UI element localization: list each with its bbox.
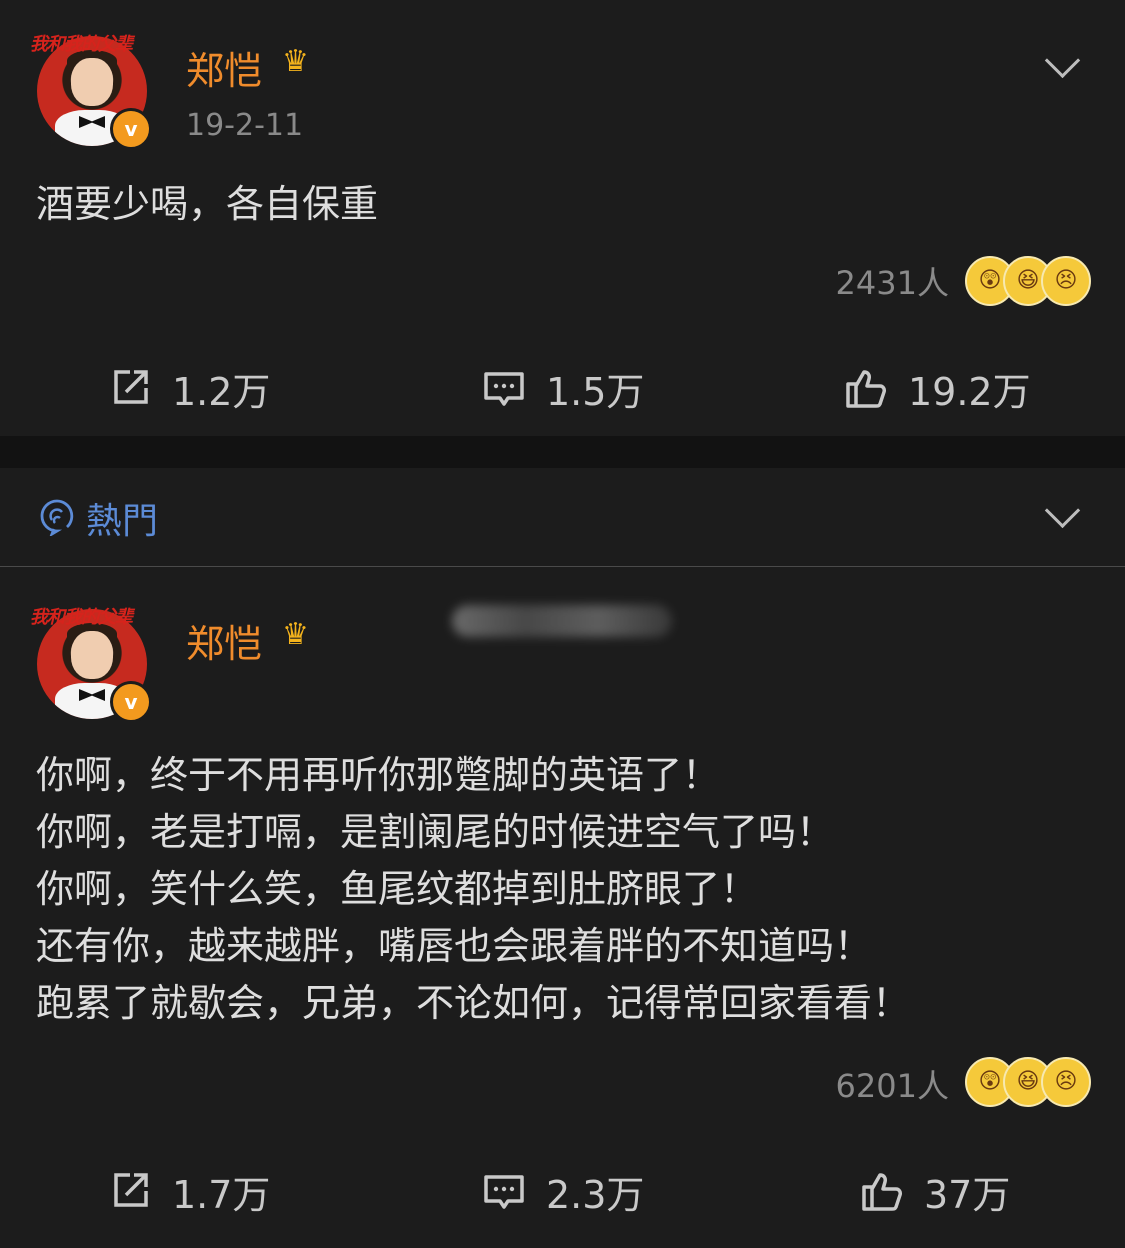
repost-icon [114,1173,148,1207]
avatar-logo: 我和我的父辈 [30,607,133,628]
avatar-logo: 我和我的父辈 [30,34,133,55]
post-date: 19-2-11 [186,108,304,143]
author-name[interactable]: 郑恺 [186,613,262,668]
reaction-count[interactable]: 6201人 [836,1061,949,1107]
reaction-emojis[interactable]: 😲 😆 😣 [965,1057,1091,1107]
reaction-emojis[interactable]: 😲 😆 😣 [965,256,1091,306]
thumbs-up-icon [846,370,886,408]
like-count: 19.2万 [908,369,1031,414]
action-bar: 1.7万 2.3万 37万 [0,1161,1125,1221]
hot-icon [40,499,74,536]
comment-icon [484,1175,524,1209]
repost-icon [114,370,148,404]
repost-button[interactable]: 1.2万 [108,358,270,418]
section-divider [0,436,1125,468]
verified-badge-icon: v [110,108,152,150]
comment-count: 2.3万 [546,1172,645,1217]
author-name[interactable]: 郑恺 [186,40,262,95]
repost-count: 1.7万 [172,1172,271,1217]
like-count: 37万 [924,1172,1011,1217]
hot-label: 熱門 [86,501,159,542]
grimace-emoji-icon: 😣 [1041,1057,1091,1107]
crown-icon: ♛ [282,617,309,652]
repost-button[interactable]: 1.7万 [108,1161,270,1221]
chevron-down-icon[interactable] [1044,42,1081,79]
post-content: 你啊，终于不用再听你那蹩脚的英语了！ 你啊，老是打嗝，是割阑尾的时候进空气了吗！… [36,747,910,1032]
like-button[interactable]: 37万 [860,1161,1010,1221]
verified-badge-icon: v [110,681,152,723]
post-content-line: 你啊，笑什么笑，鱼尾纹都掉到肚脐眼了！ [36,867,759,911]
post-content-line: 你啊，终于不用再听你那蹩脚的英语了！ [36,753,721,797]
chevron-down-icon[interactable] [1044,492,1081,529]
post-content-line: 酒要少喝，各自保重 [36,182,379,226]
comment-button[interactable]: 1.5万 [482,358,644,418]
post-card-2: 我和我的父辈 v 郑恺 ♛ 你啊，终于不用再听你那蹩脚的英语了！ 你啊，老是打嗝… [0,567,1125,1248]
comment-count: 1.5万 [546,369,645,414]
post-content-line: 跑累了就歇会，兄弟，不论如何，记得常回家看看！ [36,981,911,1025]
reaction-count[interactable]: 2431人 [836,258,949,304]
thumbs-up-icon [862,1173,902,1211]
comment-icon [484,372,524,406]
repost-count: 1.2万 [172,369,271,414]
post-content-line: 还有你，越来越胖，嘴唇也会跟着胖的不知道吗！ [36,924,873,968]
action-bar: 1.2万 1.5万 19.2万 [0,358,1125,418]
crown-icon: ♛ [282,44,309,79]
post-content: 酒要少喝，各自保重 [36,176,378,233]
post-card-1: 我和我的父辈 v 郑恺 ♛ 19-2-11 酒要少喝，各自保重 2431人 😲 … [0,0,1125,436]
comment-button[interactable]: 2.3万 [482,1161,644,1221]
blurred-text [452,605,672,637]
post-content-line: 你啊，老是打嗝，是割阑尾的时候进空气了吗！ [36,810,835,854]
like-button[interactable]: 19.2万 [844,358,1031,418]
hot-section-header[interactable]: 熱門 [0,468,1125,567]
grimace-emoji-icon: 😣 [1041,256,1091,306]
